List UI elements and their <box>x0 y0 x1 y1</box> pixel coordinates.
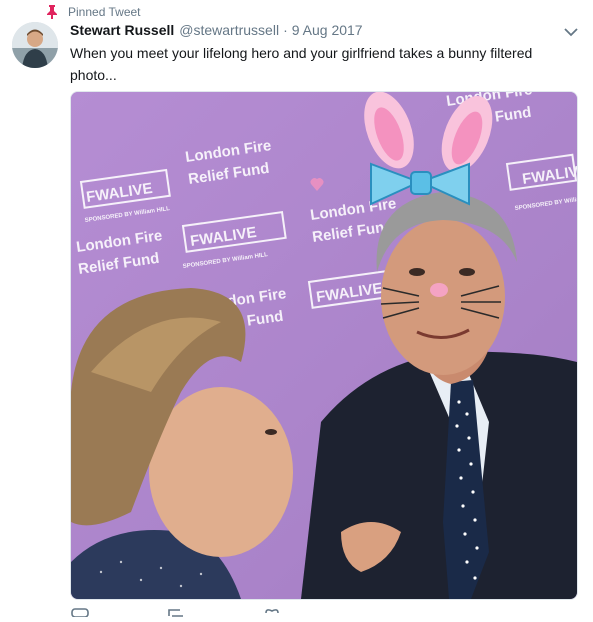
tweet-photo[interactable]: London Fire Relief Fund FWALIVE SPONSORE… <box>70 91 578 600</box>
avatar[interactable] <box>12 22 58 68</box>
tweet-date[interactable]: 9 Aug 2017 <box>292 22 363 38</box>
tweet-header: Stewart Russell @stewartrussell · 9 Aug … <box>70 22 363 38</box>
author-username[interactable]: @stewartrussell <box>179 22 279 38</box>
chevron-down-icon[interactable] <box>563 24 579 40</box>
tweet-text: When you meet your lifelong hero and you… <box>70 45 533 83</box>
like-icon[interactable] <box>262 604 282 615</box>
reply-icon[interactable] <box>70 604 90 618</box>
author-fullname[interactable]: Stewart Russell <box>70 22 174 38</box>
retweet-icon[interactable] <box>166 604 186 617</box>
header-separator: · <box>283 22 288 38</box>
tweet-actions <box>70 604 470 618</box>
pinned-tweet-indicator: Pinned Tweet <box>46 4 141 20</box>
pinned-label: Pinned Tweet <box>68 5 141 19</box>
pin-icon <box>46 5 58 19</box>
tweet-card[interactable]: Pinned Tweet Stewart Russell @stewartrus… <box>0 0 593 618</box>
